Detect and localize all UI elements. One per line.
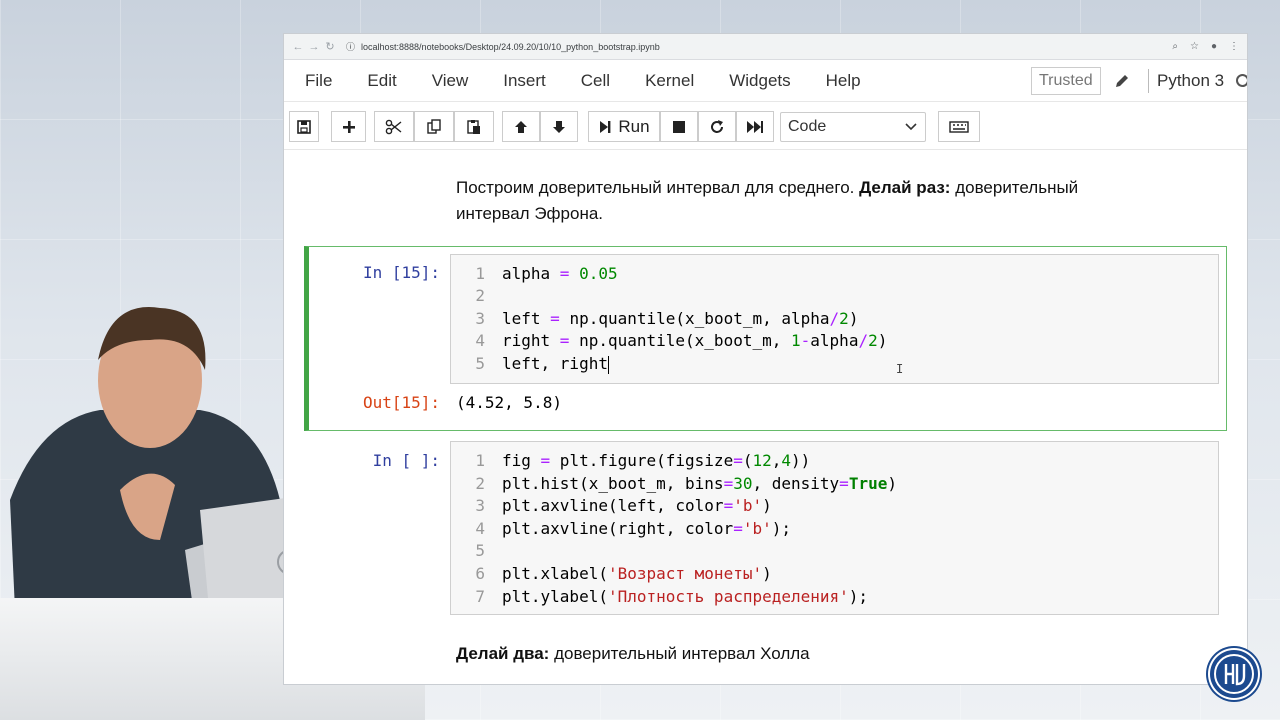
cut-button[interactable] — [374, 111, 414, 142]
cell-type-select[interactable]: Code — [780, 112, 926, 142]
code-line: 5 — [475, 541, 485, 560]
bookmark-star-icon[interactable]: ☆ — [1190, 41, 1199, 52]
menu-file[interactable]: File — [305, 71, 332, 91]
restart-icon — [711, 119, 723, 133]
interrupt-button[interactable] — [660, 111, 698, 142]
browser-window: ← → ↻ ⓘ localhost:8888/notebooks/Desktop… — [284, 34, 1247, 684]
pencil-icon[interactable] — [1113, 72, 1131, 90]
scissors-icon — [385, 119, 402, 134]
efron-line-1: Построим доверительный интервал для сред… — [456, 178, 1079, 197]
code-line: 3 left = np.quantile(x_boot_m, alpha/2) — [475, 309, 859, 328]
cell-type-value: Code — [788, 118, 827, 135]
kernel-status-icon — [1236, 74, 1247, 87]
efron-line-2: интервал Эфрона. — [456, 204, 604, 223]
move-up-button[interactable] — [502, 111, 540, 142]
text-cursor — [607, 355, 609, 374]
cell-1-editor[interactable]: 1 alpha = 0.05 2 3 left = np.quantile(x_bo… — [450, 254, 1219, 384]
markdown-cell-efron[interactable]: Построим доверительный интервал для сред… — [456, 175, 1078, 227]
run-button[interactable]: Run — [588, 111, 660, 142]
address-bar: ← → ↻ ⓘ localhost:8888/notebooks/Desktop… — [284, 34, 1247, 60]
command-palette-button[interactable] — [938, 111, 980, 142]
save-icon — [297, 119, 311, 134]
code-line: 1 fig = plt.figure(figsize=(12,4)) — [475, 451, 811, 470]
profile-icon[interactable]: ● — [1211, 41, 1217, 52]
chevron-down-icon — [905, 123, 917, 131]
zoom-icon[interactable]: ⌕ — [1172, 41, 1178, 52]
cell-1-output: (4.52, 5.8) — [456, 393, 562, 412]
code-line: 4 right = np.quantile(x_boot_m, 1-alpha/2… — [475, 331, 888, 350]
menu-help[interactable]: Help — [826, 71, 861, 91]
step-forward-icon — [600, 120, 611, 133]
restart-run-all-button[interactable] — [736, 111, 774, 142]
notebook-toolbar: Run Code — [284, 102, 1247, 150]
notebook-menubar: File Edit View Insert Cell Kernel Widget… — [284, 60, 1247, 102]
insert-cell-button[interactable] — [331, 111, 366, 142]
cell-2-in-prompt: In [ ]: — [372, 451, 440, 470]
cell-1-out-prompt: Out[15]: — [362, 393, 440, 412]
ibeam-cursor-icon: I — [896, 362, 904, 376]
menu-cell[interactable]: Cell — [581, 71, 610, 91]
paste-button[interactable] — [454, 111, 494, 142]
menu-edit[interactable]: Edit — [367, 71, 396, 91]
arrow-down-icon — [553, 120, 565, 133]
menu-view[interactable]: View — [432, 71, 469, 91]
forward-arrow-icon[interactable]: → — [306, 41, 322, 53]
cell-2-editor[interactable]: 1 fig = plt.figure(figsize=(12,4)) 2 plt.h… — [450, 441, 1219, 615]
run-label: Run — [618, 116, 650, 136]
menu-kernel[interactable]: Kernel — [645, 71, 694, 91]
reload-icon[interactable]: ↻ — [322, 40, 338, 53]
kernel-name[interactable]: Python 3 — [1148, 69, 1224, 93]
cell-1-in-prompt: In [15]: — [362, 263, 440, 282]
browser-menu-icon[interactable]: ⋮ — [1229, 41, 1239, 52]
url-field[interactable]: ⓘ localhost:8888/notebooks/Desktop/24.09… — [346, 40, 1172, 53]
back-arrow-icon[interactable]: ← — [290, 41, 306, 53]
notebook-container: Построим доверительный интервал для сред… — [284, 151, 1247, 684]
fast-forward-icon — [747, 120, 763, 133]
code-line: 5 left, right — [475, 354, 609, 374]
hse-logo — [1206, 646, 1262, 702]
code-line: 4 plt.axvline(right, color='b'); — [475, 519, 791, 538]
code-line: 3 plt.axvline(left, color='b') — [475, 496, 772, 515]
restart-button[interactable] — [698, 111, 736, 142]
code-line: 6 plt.xlabel('Возраст монеты') — [475, 564, 772, 583]
info-icon: ⓘ — [346, 42, 356, 52]
code-line: 2 plt.hist(x_boot_m, bins=30, density=Tru… — [475, 474, 897, 493]
paste-icon — [467, 119, 480, 134]
copy-icon — [427, 118, 441, 134]
url-text: localhost:8888/notebooks/Desktop/24.09.2… — [361, 41, 660, 52]
trusted-indicator[interactable]: Trusted — [1031, 67, 1101, 95]
code-line: 2 — [475, 286, 485, 305]
move-down-button[interactable] — [540, 111, 578, 142]
keyboard-icon — [949, 120, 969, 133]
copy-button[interactable] — [414, 111, 454, 142]
stop-icon — [673, 120, 685, 133]
menu-insert[interactable]: Insert — [503, 71, 546, 91]
code-line: 7 plt.ylabel('Плотность распределения'); — [475, 587, 869, 606]
save-button[interactable] — [289, 111, 319, 142]
menu-widgets[interactable]: Widgets — [729, 71, 790, 91]
markdown-cell-hall[interactable]: Делай два: доверительный интервал Холла — [456, 641, 810, 667]
arrow-up-icon — [515, 120, 527, 133]
plus-icon — [342, 120, 355, 133]
code-line: 1 alpha = 0.05 — [475, 264, 618, 283]
